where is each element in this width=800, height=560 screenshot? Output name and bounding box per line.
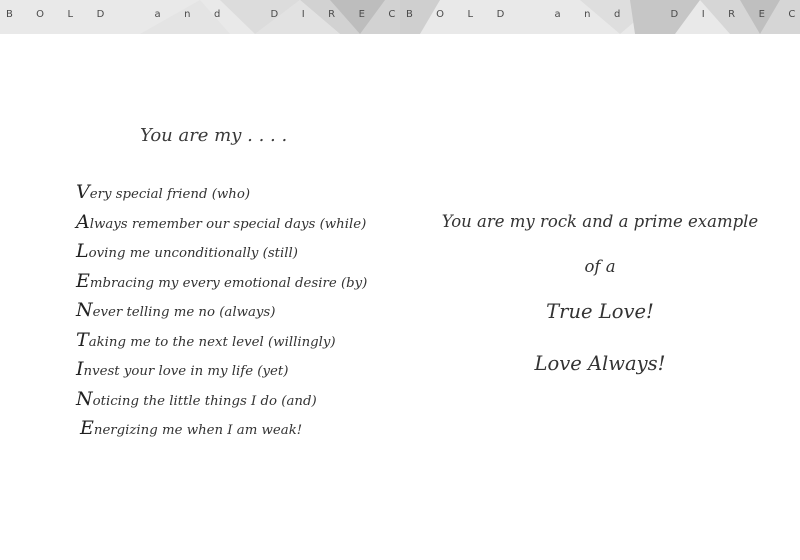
line-text: oving me unconditionally (still)	[88, 246, 298, 261]
line-text: ery special friend (who)	[89, 187, 251, 202]
poem-line: Very special friend (who)	[76, 178, 367, 208]
initial-letter: A	[76, 210, 90, 233]
message-line-2: of a	[584, 257, 616, 276]
line-text: ever telling me no (always)	[92, 305, 276, 320]
poem-line: Always remember our special days (while)	[76, 208, 367, 238]
message-love-always: Love Always!	[534, 352, 666, 375]
line-text: nvest your love in my life (yet)	[83, 364, 289, 379]
line-text: nergizing me when I am weak!	[93, 423, 303, 438]
line-text: lways remember our special days (while)	[89, 216, 367, 232]
initial-letter: T	[76, 328, 89, 351]
line-text: aking me to the next level (willingly)	[88, 334, 336, 350]
poem-line: Never telling me no (always)	[76, 296, 367, 326]
message-line-1: You are my rock and a prime example	[441, 212, 759, 231]
poem-title: You are my . . . .	[140, 125, 288, 146]
banner-text-left: BOLD and DIRECT	[6, 9, 400, 20]
header-banner-left: BOLD and DIRECT	[0, 0, 400, 34]
message-true-love: True Love!	[546, 300, 654, 323]
poem-line: Loving me unconditionally (still)	[76, 237, 367, 267]
poem-line: Noticing the little things I do (and)	[76, 385, 367, 415]
poem-line: Invest your love in my life (yet)	[76, 355, 367, 385]
line-text: oticing the little things I do (and)	[92, 393, 317, 409]
poem-line: Embracing my every emotional desire (by)	[76, 267, 367, 297]
header-banner-right: BOLD and DIRECT	[400, 0, 800, 34]
acrostic-poem: Very special friend (who) Always remembe…	[76, 178, 367, 444]
poem-line: Energizing me when I am weak!	[76, 414, 367, 444]
poem-line: Taking me to the next level (willingly)	[76, 326, 367, 356]
initial-letter: E	[76, 269, 90, 292]
line-text: mbracing my every emotional desire (by)	[89, 275, 368, 291]
initial-letter: E	[80, 417, 94, 439]
banner-text-right: BOLD and DIRECT	[406, 9, 800, 20]
initial-letter: I	[76, 358, 84, 380]
initial-letter: V	[76, 181, 90, 203]
initial-letter: N	[76, 299, 93, 321]
initial-letter: L	[76, 240, 89, 262]
initial-letter: N	[76, 387, 93, 410]
